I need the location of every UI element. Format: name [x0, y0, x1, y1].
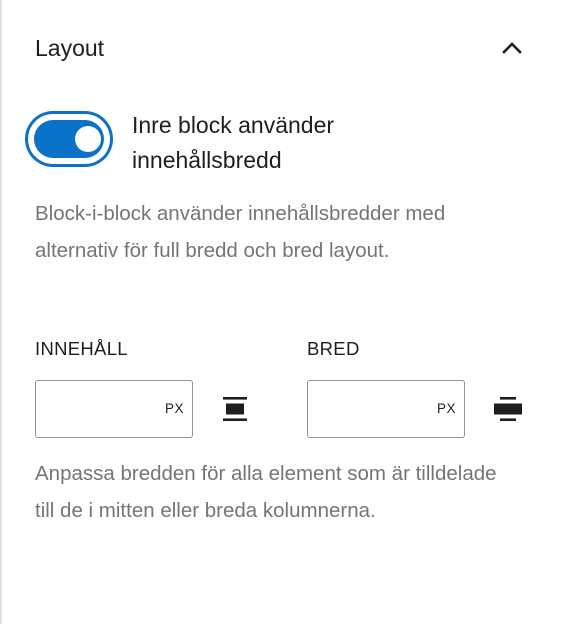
layout-panel: Layout Inre block använder innehållsbred…	[2, 0, 562, 624]
toggle-label: Inre block använder innehållsbredd	[132, 112, 335, 173]
content-width-input[interactable]	[36, 381, 156, 437]
width-help-text: Anpassa bredden för alla element som är …	[35, 462, 497, 522]
wide-width-label: BRED	[307, 338, 360, 359]
content-width-label: INNEHÅLL	[35, 338, 128, 359]
align-center-icon	[216, 390, 254, 428]
align-wide-icon	[489, 390, 527, 428]
wide-width-field: PX	[307, 380, 465, 438]
wide-width-unit[interactable]: PX	[437, 401, 456, 416]
panel-title: Layout	[35, 34, 105, 61]
content-width-field: PX	[35, 380, 193, 438]
inner-blocks-toggle[interactable]	[28, 114, 110, 164]
toggle-help-text: Block-i-block använder innehållsbredder …	[35, 202, 446, 262]
wide-width-input[interactable]	[308, 381, 428, 437]
toggle-thumb	[75, 126, 101, 152]
layout-panel-header[interactable]: Layout	[35, 28, 525, 68]
chevron-up-icon[interactable]	[501, 37, 523, 59]
content-width-unit[interactable]: PX	[165, 401, 184, 416]
